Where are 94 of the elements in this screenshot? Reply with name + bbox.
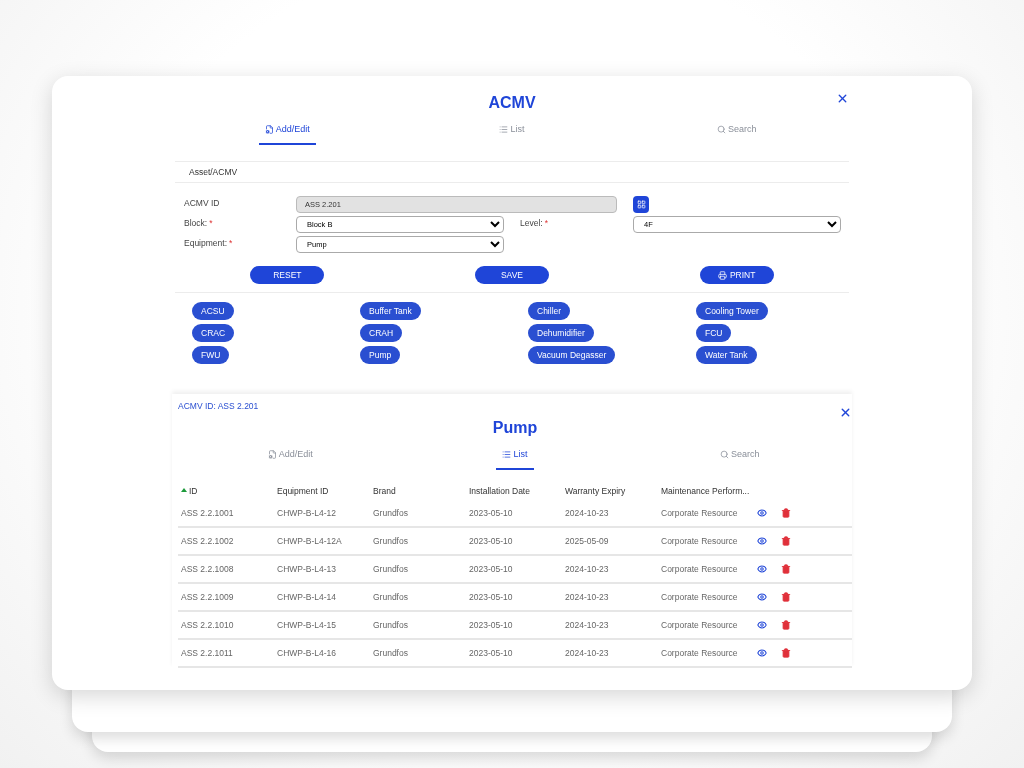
table-cell: Corporate Resource (658, 639, 754, 667)
view-eye-icon[interactable] (757, 592, 767, 602)
table-cell: Grundfos (370, 555, 466, 583)
table-cell: Grundfos (370, 583, 466, 611)
tab[interactable]: Search (710, 124, 763, 145)
table-cell: CHWP-B-L4-14 (274, 583, 370, 611)
equipment-chip[interactable]: Pump (360, 346, 401, 364)
table-cell: ASS 2.2.1010 (178, 611, 274, 639)
dialog-title: ACMV (488, 94, 536, 112)
view-eye-icon[interactable] (757, 564, 767, 574)
column-header[interactable]: Maintenance Perform... (658, 482, 754, 500)
list-icon (502, 449, 512, 459)
equipment-chip[interactable]: Buffer Tank (360, 302, 421, 320)
table-cell: 2024-10-23 (562, 639, 658, 667)
table-cell: Grundfos (370, 527, 466, 555)
action-button[interactable]: RESET (250, 266, 325, 284)
table-cell: Grundfos (370, 500, 466, 527)
field-label: ACMV ID (184, 197, 221, 208)
table-cell: Corporate Resource (658, 500, 754, 527)
search-icon (719, 449, 729, 459)
table-cell: 2023-05-10 (466, 611, 562, 639)
column-header[interactable]: Brand (370, 482, 466, 500)
list-icon (499, 124, 509, 134)
grid-button[interactable] (633, 196, 649, 213)
breadcrumb: Asset/ACMV (175, 161, 849, 183)
table-cell: 2023-05-10 (466, 555, 562, 583)
table-cell: 2024-10-23 (562, 611, 658, 639)
table-cell: ASS 2.2.1002 (178, 527, 274, 555)
column-header[interactable]: ID (178, 482, 274, 500)
table-cell: 2024-10-23 (562, 583, 658, 611)
field-label: Block: * (184, 217, 214, 228)
trash-icon[interactable] (781, 564, 791, 574)
tab[interactable]: List (493, 124, 531, 145)
equipment-chip[interactable]: ACSU (192, 302, 234, 320)
trash-icon[interactable] (781, 648, 791, 658)
action-button[interactable]: PRINT (699, 266, 774, 284)
table-cell: CHWP-B-L4-16 (274, 639, 370, 667)
equipment-chip[interactable]: Cooling Tower (696, 302, 768, 320)
equipment-chip[interactable]: FWU (192, 346, 230, 364)
table-cell: 2023-05-10 (466, 583, 562, 611)
table-cell: 2025-05-09 (562, 527, 658, 555)
table-cell: CHWP-B-L4-15 (274, 611, 370, 639)
grid-icon (636, 200, 646, 209)
table-cell: ASS 2.2.1001 (178, 500, 274, 527)
table-cell: 2024-10-23 (562, 500, 658, 527)
table-cell: Grundfos (370, 611, 466, 639)
trash-icon[interactable] (781, 508, 791, 518)
view-eye-icon[interactable] (757, 536, 767, 546)
file-gear-icon (267, 449, 277, 459)
table-cell: CHWP-B-L4-12 (274, 500, 370, 527)
equipment-chip[interactable]: Dehumidifier (528, 324, 594, 342)
field-label: Equipment: * (184, 237, 234, 248)
equipment-chip[interactable]: FCU (696, 324, 732, 342)
table-cell: CHWP-B-L4-12A (274, 527, 370, 555)
view-eye-icon[interactable] (757, 648, 767, 658)
equipment-chip[interactable]: CRAC (192, 324, 235, 342)
table-cell: 2023-05-10 (466, 639, 562, 667)
equipment-chip[interactable]: CRAH (360, 324, 403, 342)
table-cell: 2023-05-10 (466, 527, 562, 555)
close-button[interactable] (839, 406, 852, 419)
table-cell: 2024-10-23 (562, 555, 658, 583)
column-header[interactable]: Warranty Expiry (562, 482, 658, 500)
table-cell: CHWP-B-L4-13 (274, 555, 370, 583)
equipment-chip[interactable]: Chiller (528, 302, 571, 320)
trash-icon[interactable] (781, 620, 791, 630)
column-header[interactable]: Installation Date (466, 482, 562, 500)
trash-icon[interactable] (781, 536, 791, 546)
equipment-chip[interactable]: Vacuum Degasser (528, 346, 616, 364)
context-label: ACMV ID: ASS 2.201 (178, 400, 260, 411)
table-cell: ASS 2.2.1008 (178, 555, 274, 583)
table-cell: ASS 2.2.1009 (178, 583, 274, 611)
table-cell: ASS 2.2.1011 (178, 639, 274, 667)
table-cell: Corporate Resource (658, 611, 754, 639)
table-cell: 2023-05-10 (466, 500, 562, 527)
field-label: Level: * (520, 217, 549, 228)
file-gear-icon (264, 124, 274, 134)
table-cell: Corporate Resource (658, 583, 754, 611)
table-cell: Grundfos (370, 639, 466, 667)
close-button[interactable] (836, 92, 849, 105)
trash-icon[interactable] (781, 592, 791, 602)
tab[interactable]: Search (713, 449, 766, 470)
tab[interactable]: Add/Edit (258, 124, 316, 145)
tab[interactable]: Add/Edit (261, 449, 319, 470)
equipment-chip[interactable]: Water Tank (696, 346, 757, 364)
table-cell: Corporate Resource (658, 527, 754, 555)
printer-icon (717, 270, 727, 280)
view-eye-icon[interactable] (757, 508, 767, 518)
action-button[interactable]: SAVE (475, 266, 549, 284)
search-icon (716, 124, 726, 134)
column-header[interactable]: Equipment ID (274, 482, 370, 500)
view-eye-icon[interactable] (757, 620, 767, 630)
table-cell: Corporate Resource (658, 555, 754, 583)
panel-title: Pump (492, 419, 538, 437)
tab[interactable]: List (496, 449, 534, 470)
